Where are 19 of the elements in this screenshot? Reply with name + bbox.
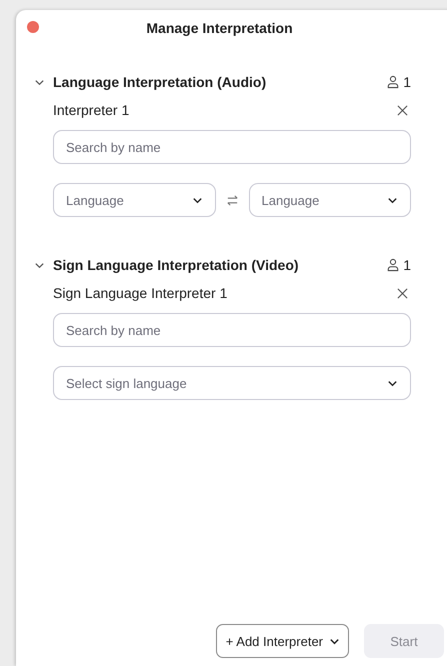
interpreter-count: 1	[403, 74, 411, 90]
person-icon	[387, 75, 400, 89]
swap-icon[interactable]	[226, 194, 238, 206]
person-icon	[387, 258, 400, 272]
sign-language-dropdown[interactable]: Select sign language	[53, 366, 411, 400]
add-interpreter-button[interactable]: + Add Interpreter	[216, 624, 349, 658]
close-icon[interactable]	[397, 288, 408, 298]
search-field[interactable]: Search by name	[53, 313, 411, 347]
interpreter-label: Sign Language Interpreter 1	[53, 285, 228, 301]
close-button[interactable]	[27, 21, 39, 33]
interpreter-label: Interpreter 1	[53, 102, 130, 118]
window-title: Manage Interpretation	[146, 20, 293, 36]
language-dropdown[interactable]: Language	[53, 183, 216, 217]
language-dropdown[interactable]: Language	[248, 183, 411, 217]
section-title: Language Interpretation (Audio)	[53, 74, 268, 90]
search-field[interactable]: Search by name	[53, 130, 411, 164]
close-icon[interactable]	[397, 104, 408, 116]
interpreter-count: 1	[403, 257, 411, 273]
section-title: Sign Language Interpretation (Video)	[53, 257, 300, 273]
